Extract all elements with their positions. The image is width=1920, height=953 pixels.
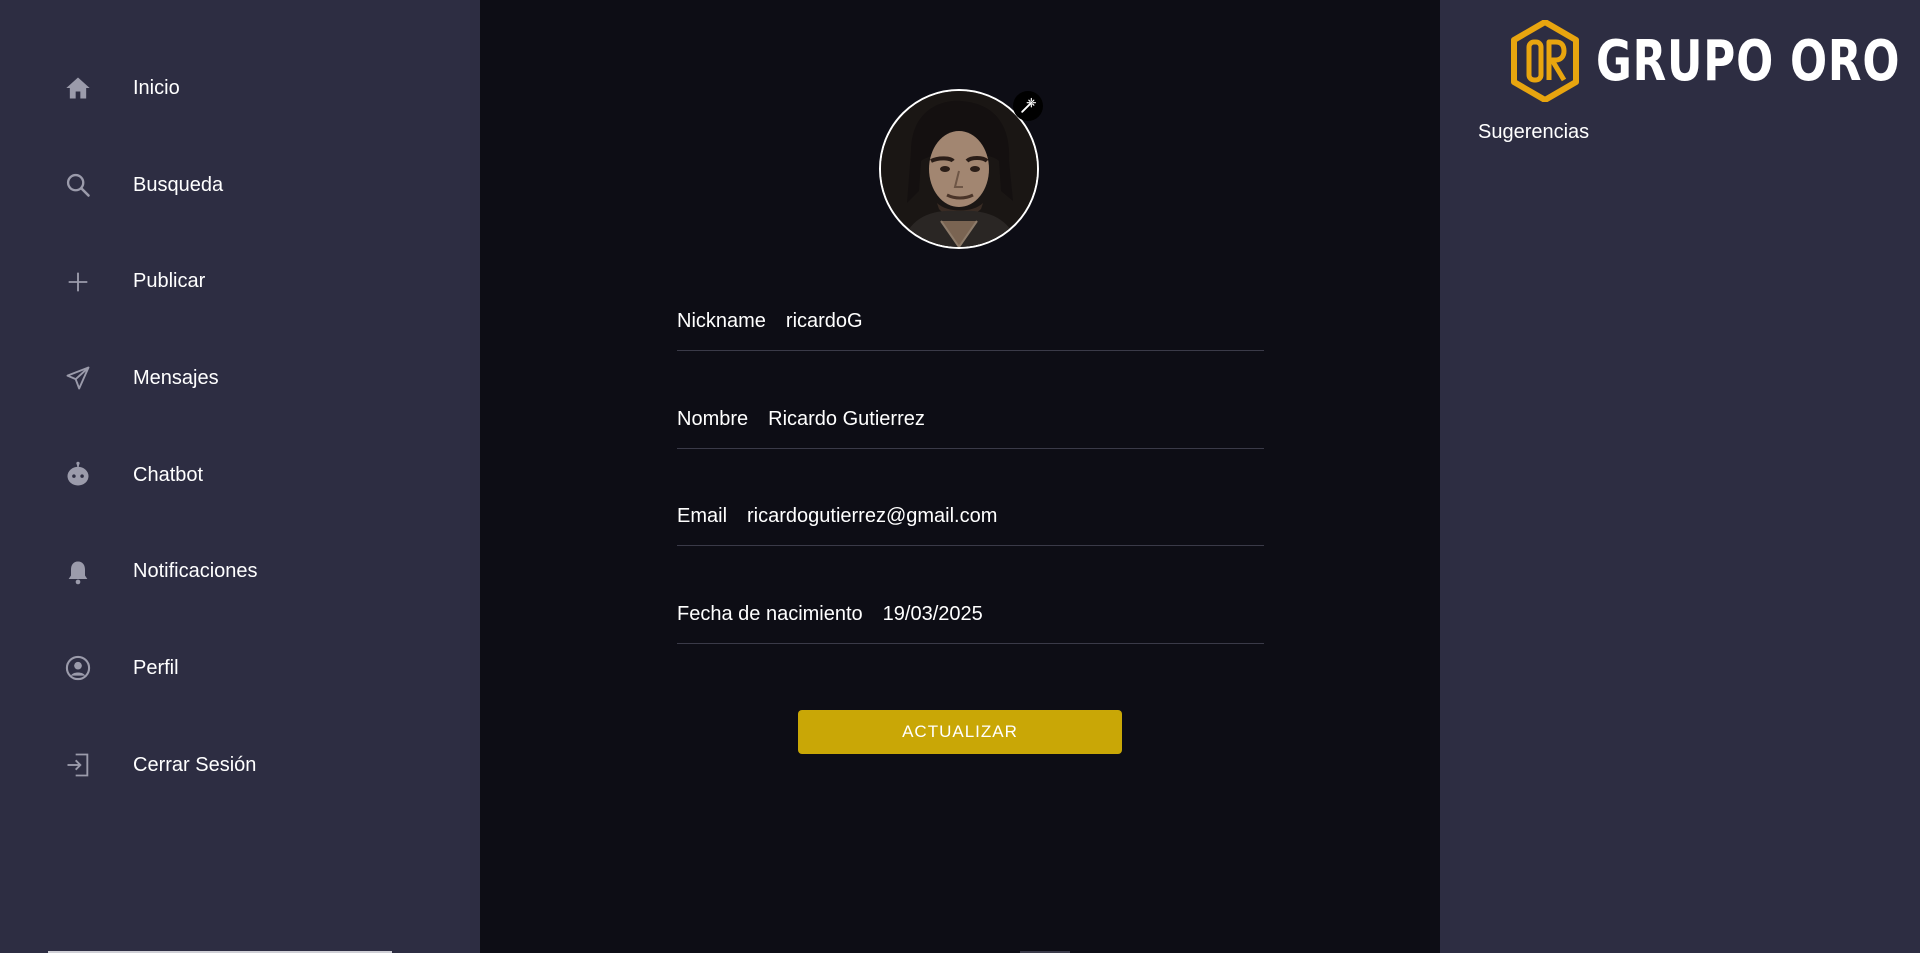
grupo-oro-logo-icon [1511,20,1579,102]
sidebar-item-label: Perfil [133,656,179,679]
email-field: Email ricardogutierrez@gmail.com [677,475,1264,573]
nickname-value[interactable]: ricardoG [786,310,863,333]
sidebar-item-label: Notificaciones [133,560,258,583]
update-button[interactable]: ACTUALIZAR [798,710,1122,754]
sidebar-item-cerrar-sesion[interactable]: Cerrar Sesión [0,717,480,814]
sidebar-item-label: Busqueda [133,173,224,196]
sidebar-item-label: Chatbot [133,463,204,486]
birthdate-value[interactable]: 19/03/2025 [883,603,983,626]
nickname-field: Nickname ricardoG [677,280,1264,378]
sidebar-item-chatbot[interactable]: Chatbot [0,427,480,524]
sidebar-item-label: Inicio [133,76,180,99]
sidebar-item-mensajes[interactable]: Mensajes [0,330,480,427]
sidebar-item-publicar[interactable]: Publicar [0,233,480,330]
divider [677,447,1264,449]
brand-name: GRUPO ORO [1596,28,1901,94]
sidebar-item-busqueda[interactable]: Busqueda [0,137,480,234]
brand-logo: GRUPO ORO [1510,20,1920,102]
right-panel: GRUPO ORO Sugerencias [1440,0,1920,953]
sidebar-item-perfil[interactable]: Perfil [0,620,480,717]
robot-icon [62,459,94,491]
sidebar: Inicio Busqueda Publicar Mensajes Chatbo… [0,0,480,953]
field-label: Nickname [677,310,766,332]
search-icon [62,169,94,201]
birthdate-field: Fecha de nacimiento 19/03/2025 [677,573,1264,671]
divider [677,350,1264,351]
sidebar-item-label: Publicar [133,270,206,293]
avatar-container [879,89,1043,249]
divider [677,642,1264,644]
field-label: Email [677,505,728,527]
bell-icon [62,556,94,588]
divider [677,545,1264,546]
app-layout: Inicio Busqueda Publicar Mensajes Chatbo… [0,0,1920,953]
sidebar-item-label: Mensajes [133,366,219,389]
email-value[interactable]: ricardogutierrez@gmail.com [747,505,997,528]
plus-icon [62,266,94,298]
avatar-photo [881,91,1037,247]
sidebar-item-label: Cerrar Sesión [133,753,257,776]
suggestions-title: Sugerencias [1478,121,1590,143]
name-value[interactable]: Ricardo Gutierrez [768,408,925,431]
user-circle-icon [62,652,94,684]
edit-avatar-button[interactable] [1013,91,1043,121]
home-icon [62,72,94,104]
magic-wand-icon [1021,97,1037,113]
name-field: Nombre Ricardo Gutierrez [677,378,1264,476]
profile-main: Nickname ricardoG Nombre Ricardo Gutierr… [480,0,1440,953]
sidebar-item-inicio[interactable]: Inicio [0,40,480,137]
field-label: Fecha de nacimiento [677,602,863,625]
logout-icon [62,749,94,781]
sidebar-item-notificaciones[interactable]: Notificaciones [0,523,480,620]
field-label: Nombre [677,407,749,430]
sidebar-nav: Inicio Busqueda Publicar Mensajes Chatbo… [0,40,480,814]
send-icon [62,362,94,394]
profile-form: Nickname ricardoG Nombre Ricardo Gutierr… [677,280,1264,670]
